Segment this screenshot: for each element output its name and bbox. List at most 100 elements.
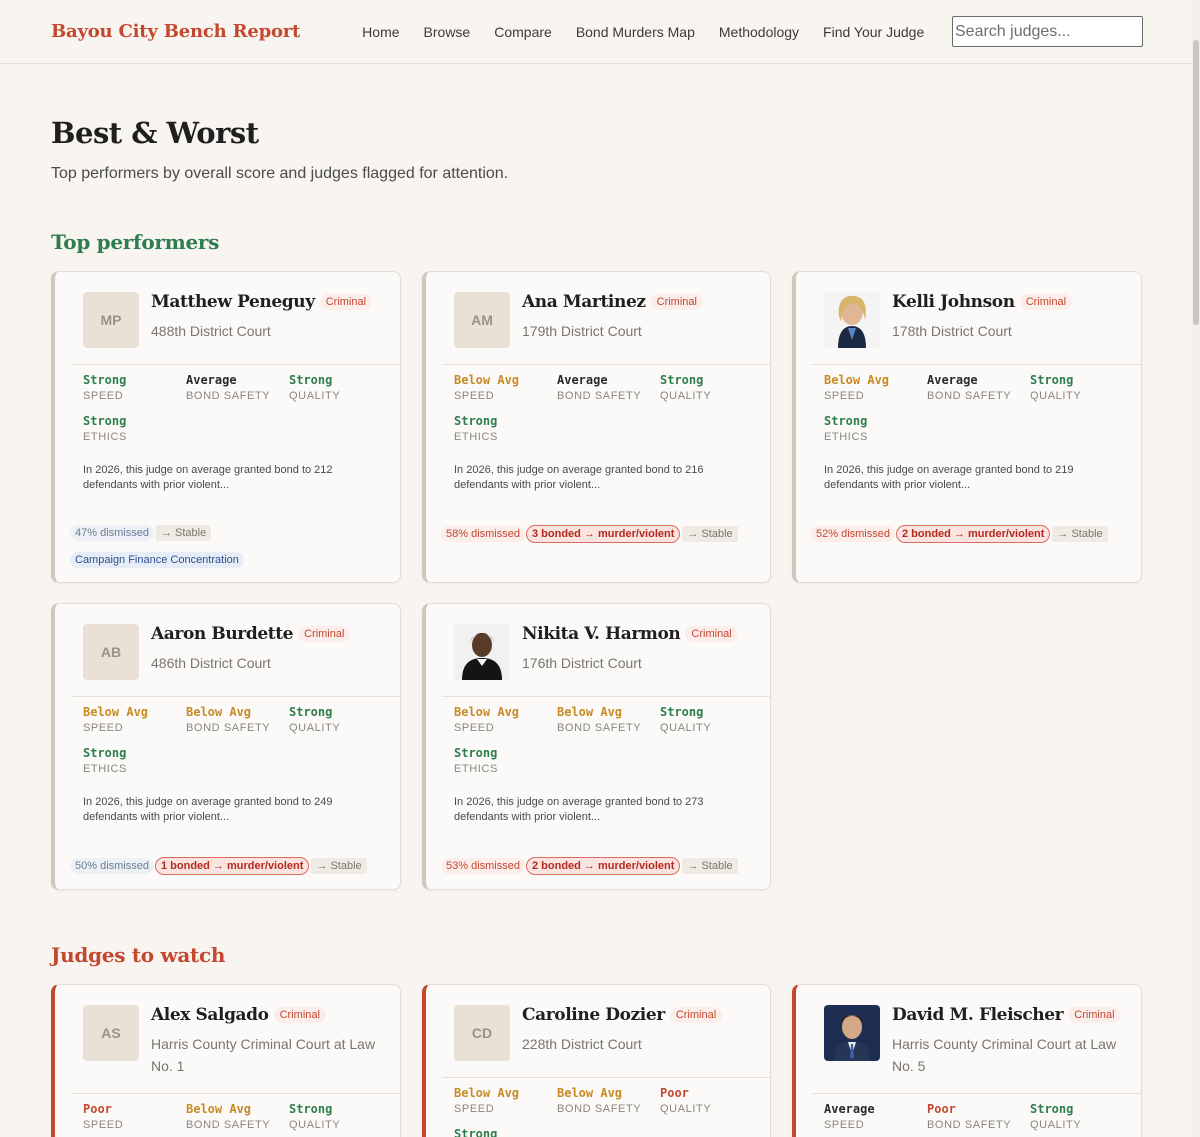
dismissed-rate-badge: 52% dismissed xyxy=(811,526,895,542)
judge-initials-avatar: CD xyxy=(454,1005,510,1061)
judge-card-alex-salgado[interactable]: AS Alex Salgado Criminal Harris County Crim… xyxy=(51,984,401,1137)
metric-value: Below Avg xyxy=(186,705,252,719)
judge-name[interactable]: Caroline Dozier xyxy=(522,1005,665,1025)
judge-identity: Caroline Dozier Criminal 228th District Co… xyxy=(522,1005,723,1055)
metric-speed: Strong SPEED xyxy=(83,373,186,402)
top-bar: Bayou City Bench Report Home Browse Comp… xyxy=(0,0,1200,64)
metric-label: QUALITY xyxy=(289,1119,341,1131)
metric-speed: Average SPEED xyxy=(824,1102,927,1131)
metric-value: Strong xyxy=(289,373,333,387)
nav-browse[interactable]: Browse xyxy=(424,24,471,40)
metric-speed: Below Avg SPEED xyxy=(454,705,557,734)
metric-bond-safety: Average BOND SAFETY xyxy=(927,373,1030,402)
nav-bond-murders-map[interactable]: Bond Murders Map xyxy=(576,24,695,40)
court-type-badge: Criminal xyxy=(1019,294,1073,310)
metric-label: BOND SAFETY xyxy=(186,390,271,402)
campaign-finance-badge: Campaign Finance Concentration xyxy=(70,552,244,568)
card-divider xyxy=(442,364,770,365)
section-title-judges-to-watch: Judges to watch xyxy=(51,943,226,967)
page-scrollbar[interactable] xyxy=(1192,0,1200,1137)
judge-identity: Kelli Johnson Criminal 178th District Cour… xyxy=(892,292,1073,342)
metric-label: SPEED xyxy=(83,390,124,402)
metric-value: Below Avg xyxy=(454,705,520,719)
judge-name[interactable]: Aaron Burdette xyxy=(151,624,293,644)
judge-card-aaron-burdette[interactable]: AB Aaron Burdette Criminal 486th District C… xyxy=(51,603,401,890)
metric-value: Average xyxy=(927,373,978,387)
metric-value: Below Avg xyxy=(824,373,890,387)
avatar-initials: CD xyxy=(471,1025,493,1041)
judge-tags: 52% dismissed 2 bonded → murder/violent → … xyxy=(811,525,1121,543)
metric-ethics: Strong ETHICS xyxy=(824,414,927,443)
judge-metrics: Poor SPEED Below Avg BOND SAFETY Strong QUALI… xyxy=(83,1102,380,1137)
court-name: 486th District Court xyxy=(151,655,271,671)
metric-value: Below Avg xyxy=(454,1086,520,1100)
nav-compare[interactable]: Compare xyxy=(494,24,552,40)
judge-identity: Matthew Peneguy Criminal 488th District Co… xyxy=(151,292,373,342)
judge-card-header: Kelli Johnson Criminal 178th District Cour… xyxy=(824,292,1121,348)
judge-metrics: Below Avg SPEED Below Avg BOND SAFETY Poor QU… xyxy=(454,1086,750,1137)
judge-tags: 53% dismissed 2 bonded → murder/violent → … xyxy=(441,857,750,875)
dismissed-rate-badge: 53% dismissed xyxy=(441,858,525,874)
metric-label: SPEED xyxy=(83,1119,124,1131)
metric-value: Below Avg xyxy=(557,705,623,719)
court-type-badge: Criminal xyxy=(298,626,351,642)
judge-card-header: David M. Fleischer Criminal Harris County … xyxy=(824,1005,1121,1077)
court-type-badge: Criminal xyxy=(319,294,373,310)
avatar-initials: AS xyxy=(101,1025,121,1041)
court-name: 488th District Court xyxy=(151,323,271,339)
judge-identity: Ana Martinez Criminal 179th District Court xyxy=(522,292,703,342)
metric-bond-safety: Below Avg BOND SAFETY xyxy=(186,1102,289,1131)
metric-value: Average xyxy=(557,373,608,387)
avatar-initials: AB xyxy=(100,644,122,660)
metric-value: Strong xyxy=(454,746,498,760)
judge-card-matthew-peneguy[interactable]: MP Matthew Peneguy Criminal 488th District … xyxy=(51,271,401,583)
metric-value: Average xyxy=(186,373,237,387)
judge-name[interactable]: Kelli Johnson xyxy=(892,292,1015,312)
judge-name[interactable]: Matthew Peneguy xyxy=(151,292,315,312)
court-name: Harris County Criminal Court at Law No. … xyxy=(892,1036,1117,1074)
metric-ethics: Strong ETHICS xyxy=(83,414,186,443)
court-type-badge: Criminal xyxy=(1068,1007,1121,1023)
court-name: 228th District Court xyxy=(522,1036,642,1052)
judge-initials-avatar: AS xyxy=(83,1005,139,1061)
metric-label: QUALITY xyxy=(289,722,341,734)
scrollbar-thumb[interactable] xyxy=(1193,40,1199,325)
judge-photo xyxy=(824,1005,880,1061)
judge-card-kelli-johnson[interactable]: Kelli Johnson Criminal 178th District Cour… xyxy=(792,271,1142,583)
judge-name[interactable]: Alex Salgado xyxy=(151,1005,269,1025)
judge-card-david-m-fleischer[interactable]: David M. Fleischer Criminal Harris County … xyxy=(792,984,1142,1137)
judge-card-nikita-v-harmon[interactable]: Nikita V. Harmon Criminal 176th District C… xyxy=(422,603,771,890)
card-divider xyxy=(442,696,770,697)
metric-quality: Strong QUALITY xyxy=(1030,373,1120,402)
metric-label: ETHICS xyxy=(824,431,868,443)
metric-value: Poor xyxy=(83,1102,112,1116)
search-input[interactable] xyxy=(952,16,1143,47)
metric-value: Strong xyxy=(83,414,127,428)
metric-value: Strong xyxy=(454,414,498,428)
judge-card-caroline-dozier[interactable]: CD Caroline Dozier Criminal 228th District … xyxy=(422,984,771,1137)
card-divider xyxy=(71,1093,400,1094)
judge-card-ana-martinez[interactable]: AM Ana Martinez Criminal 179th District Cou… xyxy=(422,271,771,583)
judge-photo xyxy=(824,292,880,348)
judge-name[interactable]: David M. Fleischer xyxy=(892,1005,1064,1025)
judge-initials-avatar: AB xyxy=(83,624,139,680)
judge-blurb: In 2026, this judge on average granted b… xyxy=(454,796,704,823)
metric-ethics: Strong ETHICS xyxy=(454,746,557,775)
judge-name[interactable]: Nikita V. Harmon xyxy=(522,624,681,644)
metric-quality: Poor QUALITY xyxy=(660,1086,750,1115)
site-brand[interactable]: Bayou City Bench Report xyxy=(51,21,300,42)
nav-find-your-judge[interactable]: Find Your Judge xyxy=(823,24,924,40)
metric-label: BOND SAFETY xyxy=(186,722,271,734)
metric-label: ETHICS xyxy=(83,431,127,443)
nav-methodology[interactable]: Methodology xyxy=(719,24,799,40)
nav-home[interactable]: Home xyxy=(362,24,399,40)
judge-name[interactable]: Ana Martinez xyxy=(522,292,646,312)
metric-quality: Strong QUALITY xyxy=(289,1102,379,1131)
metric-label: BOND SAFETY xyxy=(557,390,642,402)
avatar-initials: AM xyxy=(471,312,493,328)
top-performers-grid: MP Matthew Peneguy Criminal 488th District … xyxy=(51,271,1143,890)
metric-label: QUALITY xyxy=(660,390,712,402)
metric-quality: Strong QUALITY xyxy=(660,373,750,402)
court-type-badge: Criminal xyxy=(685,626,738,642)
metric-value: Below Avg xyxy=(557,1086,623,1100)
